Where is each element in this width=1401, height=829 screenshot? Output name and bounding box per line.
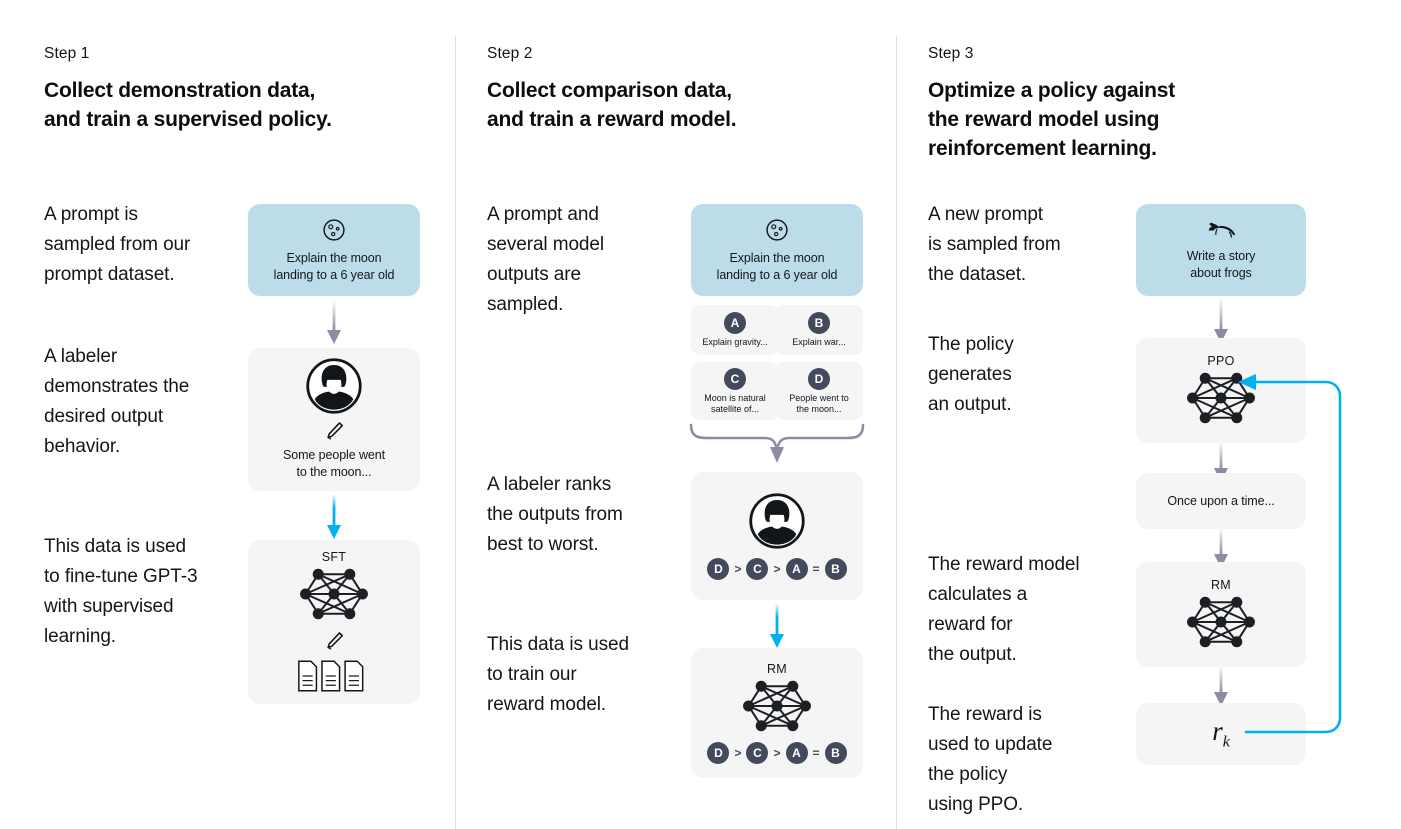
- output-text-d: People went to the moon...: [789, 392, 849, 414]
- step-1-labeler-card[interactable]: Some people went to the moon...: [248, 348, 420, 491]
- rm-rank-badge-3: A: [785, 742, 808, 764]
- output-badge-a: A: [724, 312, 746, 334]
- moon-icon: [766, 218, 788, 241]
- step-3-column: Step 3 Optimize a policy against the rew…: [928, 0, 1348, 829]
- step-1-prompt-card[interactable]: Explain the moon landing to a 6 year old: [248, 204, 420, 296]
- step-1-label: Step 1: [44, 45, 90, 62]
- output-card-c[interactable]: C Moon is natural satellite of...: [691, 362, 779, 420]
- arrow-prompt-to-labeler: [327, 299, 341, 344]
- output-badge-b: B: [808, 312, 830, 334]
- output-card-a[interactable]: A Explain gravity...: [691, 305, 779, 355]
- rm-rank-badge-1: D: [707, 742, 730, 764]
- documents-icon: [298, 660, 364, 692]
- pencil-icon: [327, 422, 344, 440]
- output-text-a: Explain gravity...: [702, 337, 768, 347]
- rm-rank-op-2: >: [773, 746, 781, 760]
- rank-op-3: =: [812, 561, 820, 576]
- output-text-b: Explain war...: [792, 337, 846, 347]
- rank-op-1: >: [734, 561, 742, 576]
- ranking-row-labeler: D > C > A = B: [707, 557, 847, 580]
- arrow-rm-to-reward: [1214, 665, 1228, 706]
- output-card-b[interactable]: B Explain war...: [775, 305, 863, 355]
- step-2-paragraph-2: A labeler ranks the outputs from best to…: [487, 474, 623, 555]
- step-3-prompt-card[interactable]: Write a story about frogs: [1136, 204, 1306, 296]
- step-2-title: Collect comparison data, and train a rew…: [487, 79, 737, 131]
- output-badge-c: C: [724, 367, 746, 390]
- column-divider-2: [896, 36, 897, 829]
- labeler-avatar-icon: [749, 492, 805, 549]
- step-1-paragraph-3: This data is used to fine-tune GPT-3 wit…: [44, 536, 198, 647]
- step-2-column: Step 2 Collect comparison data, and trai…: [487, 0, 887, 829]
- rm-label: RM: [766, 662, 788, 676]
- arrow-ranking-to-rm: [770, 603, 784, 648]
- step-1-title: Collect demonstration data, and train a …: [44, 79, 332, 131]
- column-divider-1: [455, 36, 456, 829]
- brace-merge-arrow: [689, 423, 865, 463]
- rm-rank-badge-2: C: [746, 742, 769, 764]
- reward-symbol: r: [1212, 716, 1223, 747]
- step-2-prompt-card[interactable]: Explain the moon landing to a 6 year old: [691, 204, 863, 296]
- step-3-title: Optimize a policy against the reward mod…: [928, 79, 1176, 160]
- step-3-paragraph-1: A new prompt is sampled from the dataset…: [928, 204, 1061, 285]
- rank-badge-1: D: [707, 557, 730, 580]
- neural-network-icon: [300, 568, 368, 620]
- rank-badge-3: A: [785, 557, 808, 580]
- step-1-sft-card[interactable]: SFT: [248, 540, 420, 704]
- step-3-paragraph-4: The reward is used to update the policy …: [928, 704, 1053, 815]
- rank-op-2: >: [773, 561, 781, 576]
- step-2-ranking-card[interactable]: D > C > A = B: [691, 472, 863, 600]
- step-3-label: Step 3: [928, 45, 974, 62]
- neural-network-icon: [743, 680, 811, 732]
- step-2-rm-card[interactable]: RM D > C > A = B: [691, 648, 863, 778]
- frog-icon: [1208, 222, 1236, 238]
- step-2-paragraph-3: This data is used to train our reward mo…: [487, 634, 629, 715]
- step-2-label: Step 2: [487, 45, 533, 62]
- step-3-paragraph-3: The reward model calculates a reward for…: [928, 554, 1080, 665]
- rlhf-diagram: Step 1 Collect demonstration data, and t…: [0, 0, 1401, 829]
- rm-rank-op-1: >: [734, 746, 742, 760]
- pencil-icon: [327, 632, 344, 650]
- step-1-prompt-text: Explain the moon landing to a 6 year old: [273, 250, 395, 282]
- ranking-row-rm: D > C > A = B: [707, 742, 847, 764]
- moon-icon: [323, 218, 345, 241]
- sft-label: SFT: [321, 550, 347, 564]
- step-1-paragraph-1: A prompt is sampled from our prompt data…: [44, 204, 191, 285]
- output-badge-d: D: [808, 367, 830, 390]
- step-1-column: Step 1 Collect demonstration data, and t…: [44, 0, 444, 829]
- ppo-label: PPO: [1207, 353, 1235, 368]
- rm-rank-badge-4: B: [824, 742, 847, 764]
- step-3-paragraph-2: The policy generates an output.: [928, 334, 1014, 415]
- rank-badge-2: C: [746, 557, 769, 580]
- step-3-prompt-text: Write a story about frogs: [1186, 249, 1256, 280]
- feedback-loop-arrow: [1238, 374, 1342, 734]
- output-card-d[interactable]: D People went to the moon...: [775, 362, 863, 420]
- labeler-avatar-icon: [306, 358, 362, 414]
- rm-rank-op-3: =: [812, 746, 820, 760]
- step-1-demo-text: Some people went to the moon...: [283, 448, 385, 479]
- step-2-paragraph-1: A prompt and several model outputs are s…: [487, 204, 604, 315]
- output-text-c: Moon is natural satellite of...: [704, 392, 766, 414]
- arrow-labeler-to-sft: [327, 494, 341, 539]
- step-2-prompt-text: Explain the moon landing to a 6 year old: [716, 250, 838, 282]
- step-1-paragraph-2: A labeler demonstrates the desired outpu…: [44, 346, 190, 457]
- rank-badge-4: B: [824, 557, 847, 580]
